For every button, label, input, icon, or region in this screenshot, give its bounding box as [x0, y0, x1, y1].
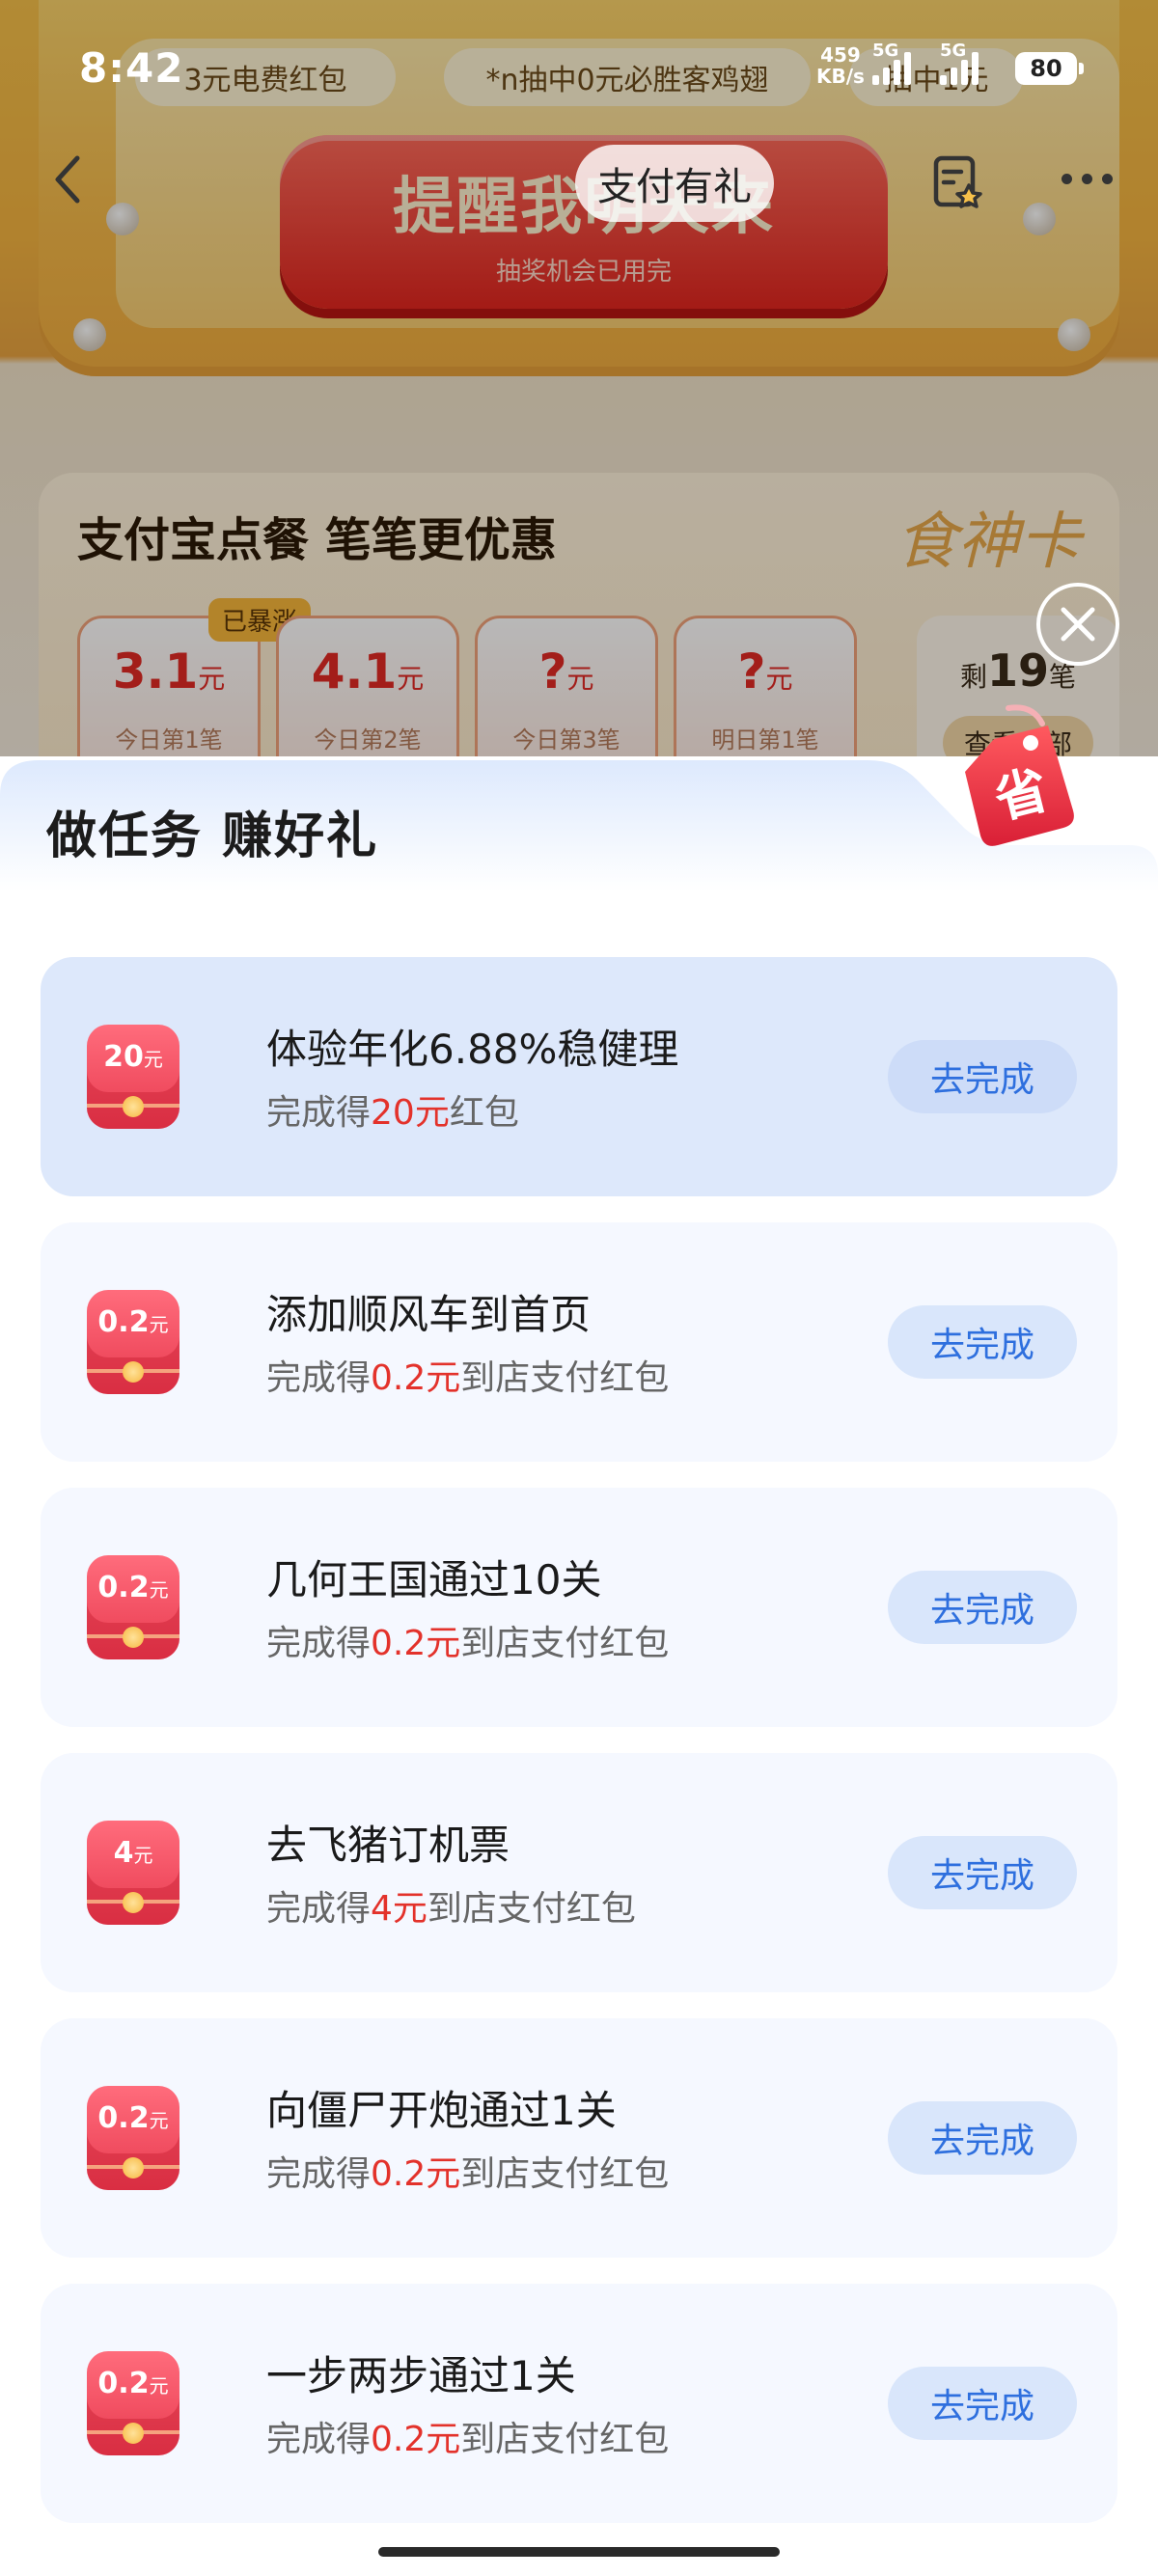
task-title: 添加顺风车到首页 — [266, 1291, 592, 1338]
task-title: 体验年化6.88%稳健理 — [266, 1026, 679, 1073]
envelope-amount: 20 — [103, 1040, 144, 1074]
go-complete-button[interactable]: 去完成 — [888, 1305, 1077, 1379]
envelope-amount: 0.2 — [97, 1571, 150, 1604]
envelope-amount: 0.2 — [97, 2367, 150, 2400]
red-envelope-icon: 0.2元 — [87, 1290, 179, 1394]
reward-prefix: 完成得 — [266, 1889, 372, 1929]
signal-icon: 5G — [872, 41, 911, 85]
reward-suffix: 到店支付红包 — [460, 2420, 670, 2459]
envelope-unit: 元 — [143, 1048, 163, 1071]
reward-suffix: 到店支付红包 — [460, 2154, 670, 2194]
status-bar: 8:42 459 KB/s 5G 5G 80 — [0, 0, 1158, 116]
envelope-amount: 0.2 — [97, 1305, 150, 1339]
task-title: 去飞猪订机票 — [266, 1822, 510, 1869]
network-speed: 459 KB/s — [816, 44, 865, 87]
reward-prefix: 完成得 — [266, 1624, 372, 1663]
task-reward: 完成得0.2元到店支付红包 — [266, 2146, 669, 2196]
reward-prefix: 完成得 — [266, 2154, 372, 2194]
reward-suffix: 红包 — [449, 1093, 519, 1133]
task-title: 几何王国通过10关 — [266, 1556, 602, 1603]
signal-icon: 5G — [940, 41, 979, 85]
home-indicator[interactable] — [378, 2547, 780, 2557]
task-item: 0.2元 一步两步通过1关 完成得0.2元到店支付红包 去完成 — [41, 2284, 1117, 2523]
network-speed-unit: KB/s — [816, 65, 865, 88]
task-item: 0.2元 向僵尸开炮通过1关 完成得0.2元到店支付红包 去完成 — [41, 2018, 1117, 2258]
envelope-unit: 元 — [149, 1313, 169, 1336]
red-envelope-icon: 0.2元 — [87, 2351, 179, 2455]
task-reward: 完成得20元红包 — [266, 1084, 519, 1135]
signal-label: 5G — [872, 41, 899, 61]
red-envelope-icon: 0.2元 — [87, 1555, 179, 1659]
task-reward: 完成得0.2元到店支付红包 — [266, 2411, 669, 2461]
envelope-unit: 元 — [149, 2374, 169, 2398]
go-complete-button[interactable]: 去完成 — [888, 1836, 1077, 1909]
reward-amount: 0.2元 — [371, 1358, 461, 1398]
task-reward: 完成得4元到店支付红包 — [266, 1880, 636, 1931]
page-title: 支付有礼 — [575, 145, 774, 222]
task-sheet: 做任务 赚好礼 20元 体验年化6.88%稳健理 完成得20元红包 去完成 0.… — [0, 756, 1158, 2576]
reward-suffix: 到店支付红包 — [460, 1624, 670, 1663]
envelope-unit: 元 — [149, 1578, 169, 1602]
envelope-unit: 元 — [149, 2109, 169, 2132]
status-time: 8:42 — [79, 44, 184, 92]
task-reward: 完成得0.2元到店支付红包 — [266, 1350, 669, 1400]
reward-amount: 0.2元 — [371, 1624, 461, 1663]
reward-amount: 0.2元 — [371, 2420, 461, 2459]
go-complete-button[interactable]: 去完成 — [888, 2101, 1077, 2175]
red-envelope-icon: 0.2元 — [87, 2086, 179, 2190]
red-envelope-icon: 4元 — [87, 1821, 179, 1925]
task-sheet-title: 做任务 赚好礼 — [46, 808, 379, 865]
reward-prefix: 完成得 — [266, 2420, 372, 2459]
task-item: 20元 体验年化6.88%稳健理 完成得20元红包 去完成 — [41, 957, 1117, 1196]
reward-prefix: 完成得 — [266, 1358, 372, 1398]
more-dots-icon[interactable] — [1062, 174, 1113, 184]
chevron-left-icon[interactable] — [48, 151, 87, 208]
task-reward: 完成得0.2元到店支付红包 — [266, 1615, 669, 1665]
task-title: 一步两步通过1关 — [266, 2352, 576, 2399]
envelope-amount: 4 — [113, 1836, 134, 1870]
task-item: 0.2元 几何王国通过10关 完成得0.2元到店支付红包 去完成 — [41, 1488, 1117, 1727]
task-item: 4元 去飞猪订机票 完成得4元到店支付红包 去完成 — [41, 1753, 1117, 1992]
reward-amount: 20元 — [371, 1093, 450, 1133]
favorite-icon[interactable] — [928, 152, 986, 210]
reward-prefix: 完成得 — [266, 1093, 372, 1133]
red-envelope-icon: 20元 — [87, 1025, 179, 1129]
save-tag-icon: 省 — [965, 704, 1074, 846]
reward-suffix: 到店支付红包 — [427, 1889, 636, 1929]
task-title: 向僵尸开炮通过1关 — [266, 2087, 617, 2134]
envelope-amount: 0.2 — [97, 2101, 150, 2135]
go-complete-button[interactable]: 去完成 — [888, 2367, 1077, 2440]
close-icon[interactable] — [1036, 583, 1119, 666]
task-item: 0.2元 添加顺风车到首页 完成得0.2元到店支付红包 去完成 — [41, 1222, 1117, 1462]
modal-overlay[interactable] — [0, 0, 1158, 791]
signal-label: 5G — [940, 41, 967, 61]
reward-amount: 4元 — [371, 1889, 427, 1929]
go-complete-button[interactable]: 去完成 — [888, 1571, 1077, 1644]
battery-icon: 80 — [1015, 52, 1084, 85]
reward-suffix: 到店支付红包 — [460, 1358, 670, 1398]
go-complete-button[interactable]: 去完成 — [888, 1040, 1077, 1113]
reward-amount: 0.2元 — [371, 2154, 461, 2194]
network-speed-value: 459 — [820, 43, 861, 67]
envelope-unit: 元 — [133, 1844, 153, 1867]
